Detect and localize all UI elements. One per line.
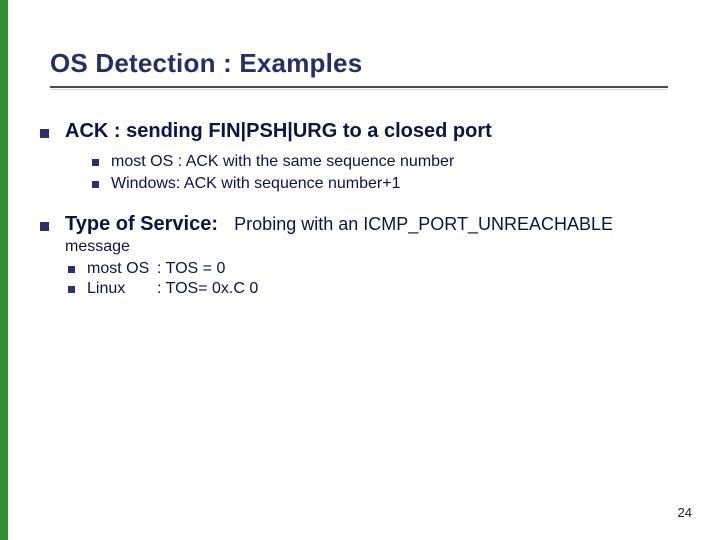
square-bullet-icon (92, 181, 99, 188)
sub-key: most OS (87, 260, 157, 278)
title-rule (50, 86, 668, 90)
sub-item: Linux : TOS= 0x.C 0 (68, 280, 680, 298)
bullet-heading: ACK : sending FIN|PSH|URG to a closed po… (65, 120, 492, 143)
bullet-heading-rest: Probing with an ICMP_PORT_UNREACHABLE (234, 214, 613, 234)
square-bullet-icon (40, 129, 49, 138)
bullet-tos: Type of Service: Probing with an ICMP_PO… (40, 213, 680, 298)
page-number: 24 (678, 505, 692, 520)
bullet-continuation: message (65, 238, 680, 256)
slide-content: ACK : sending FIN|PSH|URG to a closed po… (40, 120, 680, 318)
sub-item: most OS : ACK with the same sequence num… (92, 153, 680, 171)
bullet-heading-bold: Type of Service: (65, 213, 218, 235)
square-bullet-icon (92, 159, 99, 166)
sub-val: : TOS= 0x.C 0 (157, 280, 258, 298)
bullet-list: ACK : sending FIN|PSH|URG to a closed po… (40, 120, 680, 298)
sub-key: Linux (87, 280, 157, 298)
square-bullet-icon (68, 286, 75, 293)
square-bullet-icon (68, 266, 75, 273)
bullet-ack: ACK : sending FIN|PSH|URG to a closed po… (40, 120, 680, 193)
sub-text: Windows: ACK with sequence number+1 (111, 175, 400, 193)
slide-title: OS Detection : Examples (50, 48, 670, 79)
sub-val: : TOS = 0 (157, 260, 225, 278)
accent-bar (0, 0, 8, 540)
square-bullet-icon (40, 222, 49, 231)
title-wrap: OS Detection : Examples (50, 48, 670, 79)
sub-list: most OS : TOS = 0 Linux : TOS= 0x.C 0 (68, 260, 680, 298)
sub-item: Windows: ACK with sequence number+1 (92, 175, 680, 193)
sub-list: most OS : ACK with the same sequence num… (92, 153, 680, 193)
sub-text: most OS : ACK with the same sequence num… (111, 153, 454, 171)
sub-item: most OS : TOS = 0 (68, 260, 680, 278)
